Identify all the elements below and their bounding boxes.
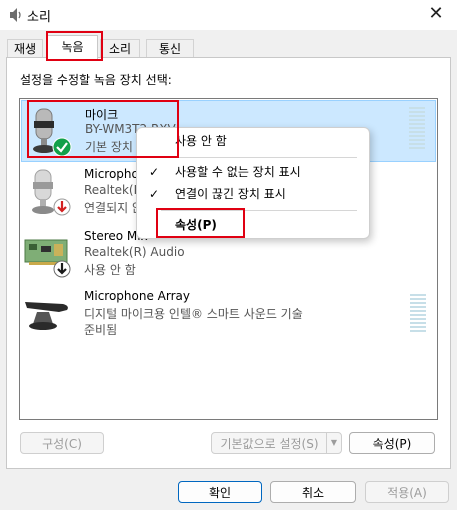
check-icon: ✓ [149, 165, 160, 179]
tab-playback[interactable]: 재생 [7, 39, 43, 58]
device-name: Microphone Array [84, 289, 190, 303]
check-icon: ✓ [149, 187, 160, 201]
menu-separator [161, 157, 357, 158]
device-row-microphone-array[interactable]: Microphone Array 디지털 마이크용 인텔® 스마트 사운드 기술… [21, 284, 436, 346]
ok-button[interactable]: 확인 [178, 481, 262, 503]
menu-item-disable[interactable]: 사용 안 함 [137, 130, 369, 152]
window-title: 소리 [27, 10, 51, 25]
disconnected-arrow-icon [53, 198, 71, 216]
level-meter [410, 294, 426, 340]
tab-recording[interactable]: 녹음 [47, 35, 98, 59]
cancel-button[interactable]: 취소 [270, 481, 356, 503]
tab-strip: 재생 녹음 소리 통신 [0, 30, 457, 59]
device-model: 디지털 마이크용 인텔® 스마트 사운드 기술 [84, 307, 303, 321]
disabled-arrow-icon [53, 260, 71, 278]
instruction-label: 설정을 수정할 녹음 장치 선택: [20, 73, 172, 87]
level-meter [409, 107, 425, 153]
tab-sounds[interactable]: 소리 [100, 39, 140, 58]
microphone-array-icon [25, 302, 68, 330]
chevron-down-icon[interactable]: ▼ [326, 433, 341, 453]
close-button[interactable]: ✕ [423, 2, 449, 26]
device-name: 마이크 [85, 108, 119, 122]
tab-communications[interactable]: 통신 [146, 39, 194, 58]
menu-item-show-disabled[interactable]: ✓ 사용할 수 없는 장치 표시 [137, 161, 369, 183]
apply-button[interactable]: 적용(A) [365, 481, 449, 503]
device-status: 기본 장치 [85, 140, 133, 154]
device-status: 사용 안 함 [84, 263, 136, 277]
menu-item-properties[interactable]: 속성(P) [137, 214, 369, 236]
context-menu: 사용 안 함 ✓ 사용할 수 없는 장치 표시 ✓ 연결이 끊긴 장치 표시 속… [136, 127, 370, 239]
close-icon: ✕ [428, 3, 444, 24]
set-default-button[interactable]: 기본값으로 설정(S) ▼ [211, 432, 342, 454]
properties-button[interactable]: 속성(P) [349, 432, 435, 454]
default-check-icon [52, 137, 72, 157]
title-bar: 소리 ✕ [0, 0, 457, 30]
device-model: Realtek(R) Audio [84, 245, 185, 259]
device-status: 준비됨 [84, 323, 118, 337]
menu-item-show-disconnected[interactable]: ✓ 연결이 끊긴 장치 표시 [137, 183, 369, 205]
speaker-icon [10, 8, 21, 22]
configure-button[interactable]: 구성(C) [20, 432, 104, 454]
menu-separator [161, 210, 357, 211]
